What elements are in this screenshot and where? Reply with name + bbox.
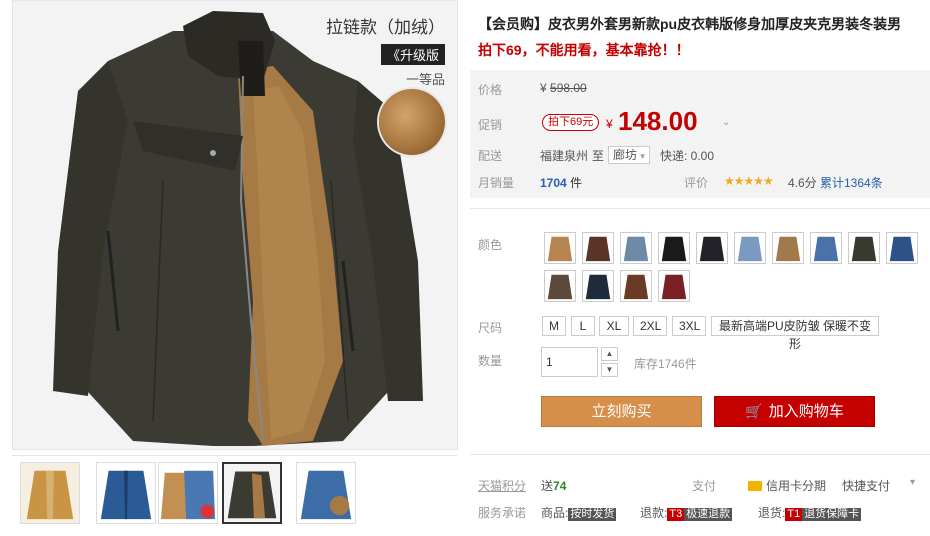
size-option-xl[interactable]: XL bbox=[599, 316, 629, 336]
color-swatch[interactable] bbox=[582, 232, 614, 264]
color-swatch[interactable] bbox=[772, 232, 804, 264]
chevron-down-icon[interactable]: ▾ bbox=[910, 477, 915, 488]
price-box: 价格 ¥ 598.00 促销 拍下69元 ¥ 148.00 ⌄ 配送 福建泉州 … bbox=[470, 70, 930, 198]
promo-tag: 拍下69元 bbox=[542, 114, 600, 131]
color-swatch[interactable] bbox=[582, 270, 614, 302]
original-price: ¥ 598.00 bbox=[540, 81, 587, 95]
thumbnail-strip bbox=[12, 455, 458, 527]
color-swatch[interactable] bbox=[696, 232, 728, 264]
product-title: 【会员购】皮衣男外套男新款pu皮衣韩版修身加厚皮夹克男装冬装男 bbox=[478, 16, 902, 32]
review-count[interactable]: 累计1364条 bbox=[820, 174, 883, 191]
chevron-down-icon: ▾ bbox=[640, 151, 645, 161]
color-swatch[interactable] bbox=[658, 232, 690, 264]
color-swatch[interactable] bbox=[734, 232, 766, 264]
promo-overlay: 拉链款（加绒） 《升级版 一等品 bbox=[326, 13, 445, 88]
service-goods: 商品: 按时发货 bbox=[541, 506, 617, 521]
promo-currency: ¥ bbox=[606, 117, 613, 131]
color-swatch[interactable] bbox=[544, 232, 576, 264]
promo-badge: 《升级版 bbox=[380, 44, 445, 65]
credit-card-icon bbox=[748, 480, 762, 491]
size-option-m[interactable]: M bbox=[542, 316, 566, 336]
promo-price: 148.00 bbox=[618, 106, 698, 136]
size-option-l[interactable]: L bbox=[571, 316, 595, 336]
cart-icon: 🛒 bbox=[745, 403, 763, 419]
color-swatch[interactable] bbox=[620, 270, 652, 302]
shipping-fee: 快递: 0.00 bbox=[660, 149, 715, 163]
color-swatch[interactable] bbox=[848, 232, 880, 264]
color-swatch[interactable] bbox=[620, 232, 652, 264]
thumbnail-5[interactable] bbox=[296, 462, 356, 524]
quantity-input[interactable]: 1 bbox=[541, 347, 598, 377]
divider bbox=[470, 454, 930, 455]
thumbnail-3[interactable] bbox=[158, 462, 218, 524]
quantity-label: 数量 bbox=[478, 354, 503, 368]
quantity-decrease-button[interactable]: ▼ bbox=[601, 363, 618, 377]
product-subtitle: 拍下69，不能用看，基本靠抢！！ bbox=[478, 42, 690, 58]
service-label: 服务承诺 bbox=[478, 506, 527, 520]
points-label[interactable]: 天猫积分 bbox=[478, 477, 526, 494]
add-to-cart-button[interactable]: 🛒 加入购物车 bbox=[714, 396, 875, 427]
credit-installment[interactable]: 信用卡分期 bbox=[748, 477, 826, 494]
destination-select[interactable]: 廊坊 ▾ bbox=[608, 146, 650, 164]
rating-label: 评价 bbox=[684, 176, 709, 190]
buy-now-button[interactable]: 立刻购买 bbox=[541, 396, 702, 427]
color-swatch[interactable] bbox=[810, 232, 842, 264]
color-swatch[interactable] bbox=[544, 270, 576, 302]
delivery-from: 福建泉州 bbox=[540, 149, 589, 163]
divider bbox=[470, 208, 930, 209]
service-refund: 退款: T3 极速退款 bbox=[640, 506, 733, 521]
rating-score: 4.6分 bbox=[788, 176, 817, 190]
promo-grade: 一等品 bbox=[405, 72, 445, 87]
color-swatch[interactable] bbox=[658, 270, 690, 302]
fleece-detail-image bbox=[379, 89, 445, 155]
quantity-increase-button[interactable]: ▲ bbox=[601, 347, 618, 361]
sales-label: 月销量 bbox=[478, 176, 515, 190]
delivery-to-label: 至 bbox=[592, 149, 605, 163]
price-label: 价格 bbox=[478, 83, 503, 97]
chevron-down-icon[interactable]: ⌄ bbox=[722, 117, 730, 128]
stock-count: 库存1746件 bbox=[634, 357, 697, 371]
points-value: 送74 bbox=[541, 479, 567, 493]
thumbnail-4-selected[interactable] bbox=[222, 462, 282, 524]
promo-label: 促销 bbox=[478, 118, 503, 132]
size-option-3xl[interactable]: 3XL bbox=[672, 316, 706, 336]
service-return: 退货: T1 退货保障卡 bbox=[758, 506, 862, 521]
thumbnail-1[interactable] bbox=[20, 462, 80, 524]
thumbnail-2[interactable] bbox=[96, 462, 156, 524]
color-swatch[interactable] bbox=[886, 232, 918, 264]
rating-stars: ★★★★★ bbox=[724, 174, 774, 188]
promo-title: 拉链款（加绒） bbox=[326, 18, 445, 37]
size-label: 尺码 bbox=[478, 321, 503, 335]
pay-label: 支付 bbox=[692, 479, 717, 493]
quick-pay[interactable]: 快捷支付 bbox=[842, 477, 890, 494]
delivery-label: 配送 bbox=[478, 149, 503, 163]
size-option-2xl[interactable]: 2XL bbox=[633, 316, 667, 336]
color-label: 颜色 bbox=[478, 238, 503, 252]
main-product-image[interactable]: 拉链款（加绒） 《升级版 一等品 bbox=[12, 0, 458, 450]
sales-count: 1704 件 bbox=[540, 176, 583, 190]
size-note[interactable]: 最新高端PU皮防皱 保暖不变形 bbox=[711, 316, 879, 351]
